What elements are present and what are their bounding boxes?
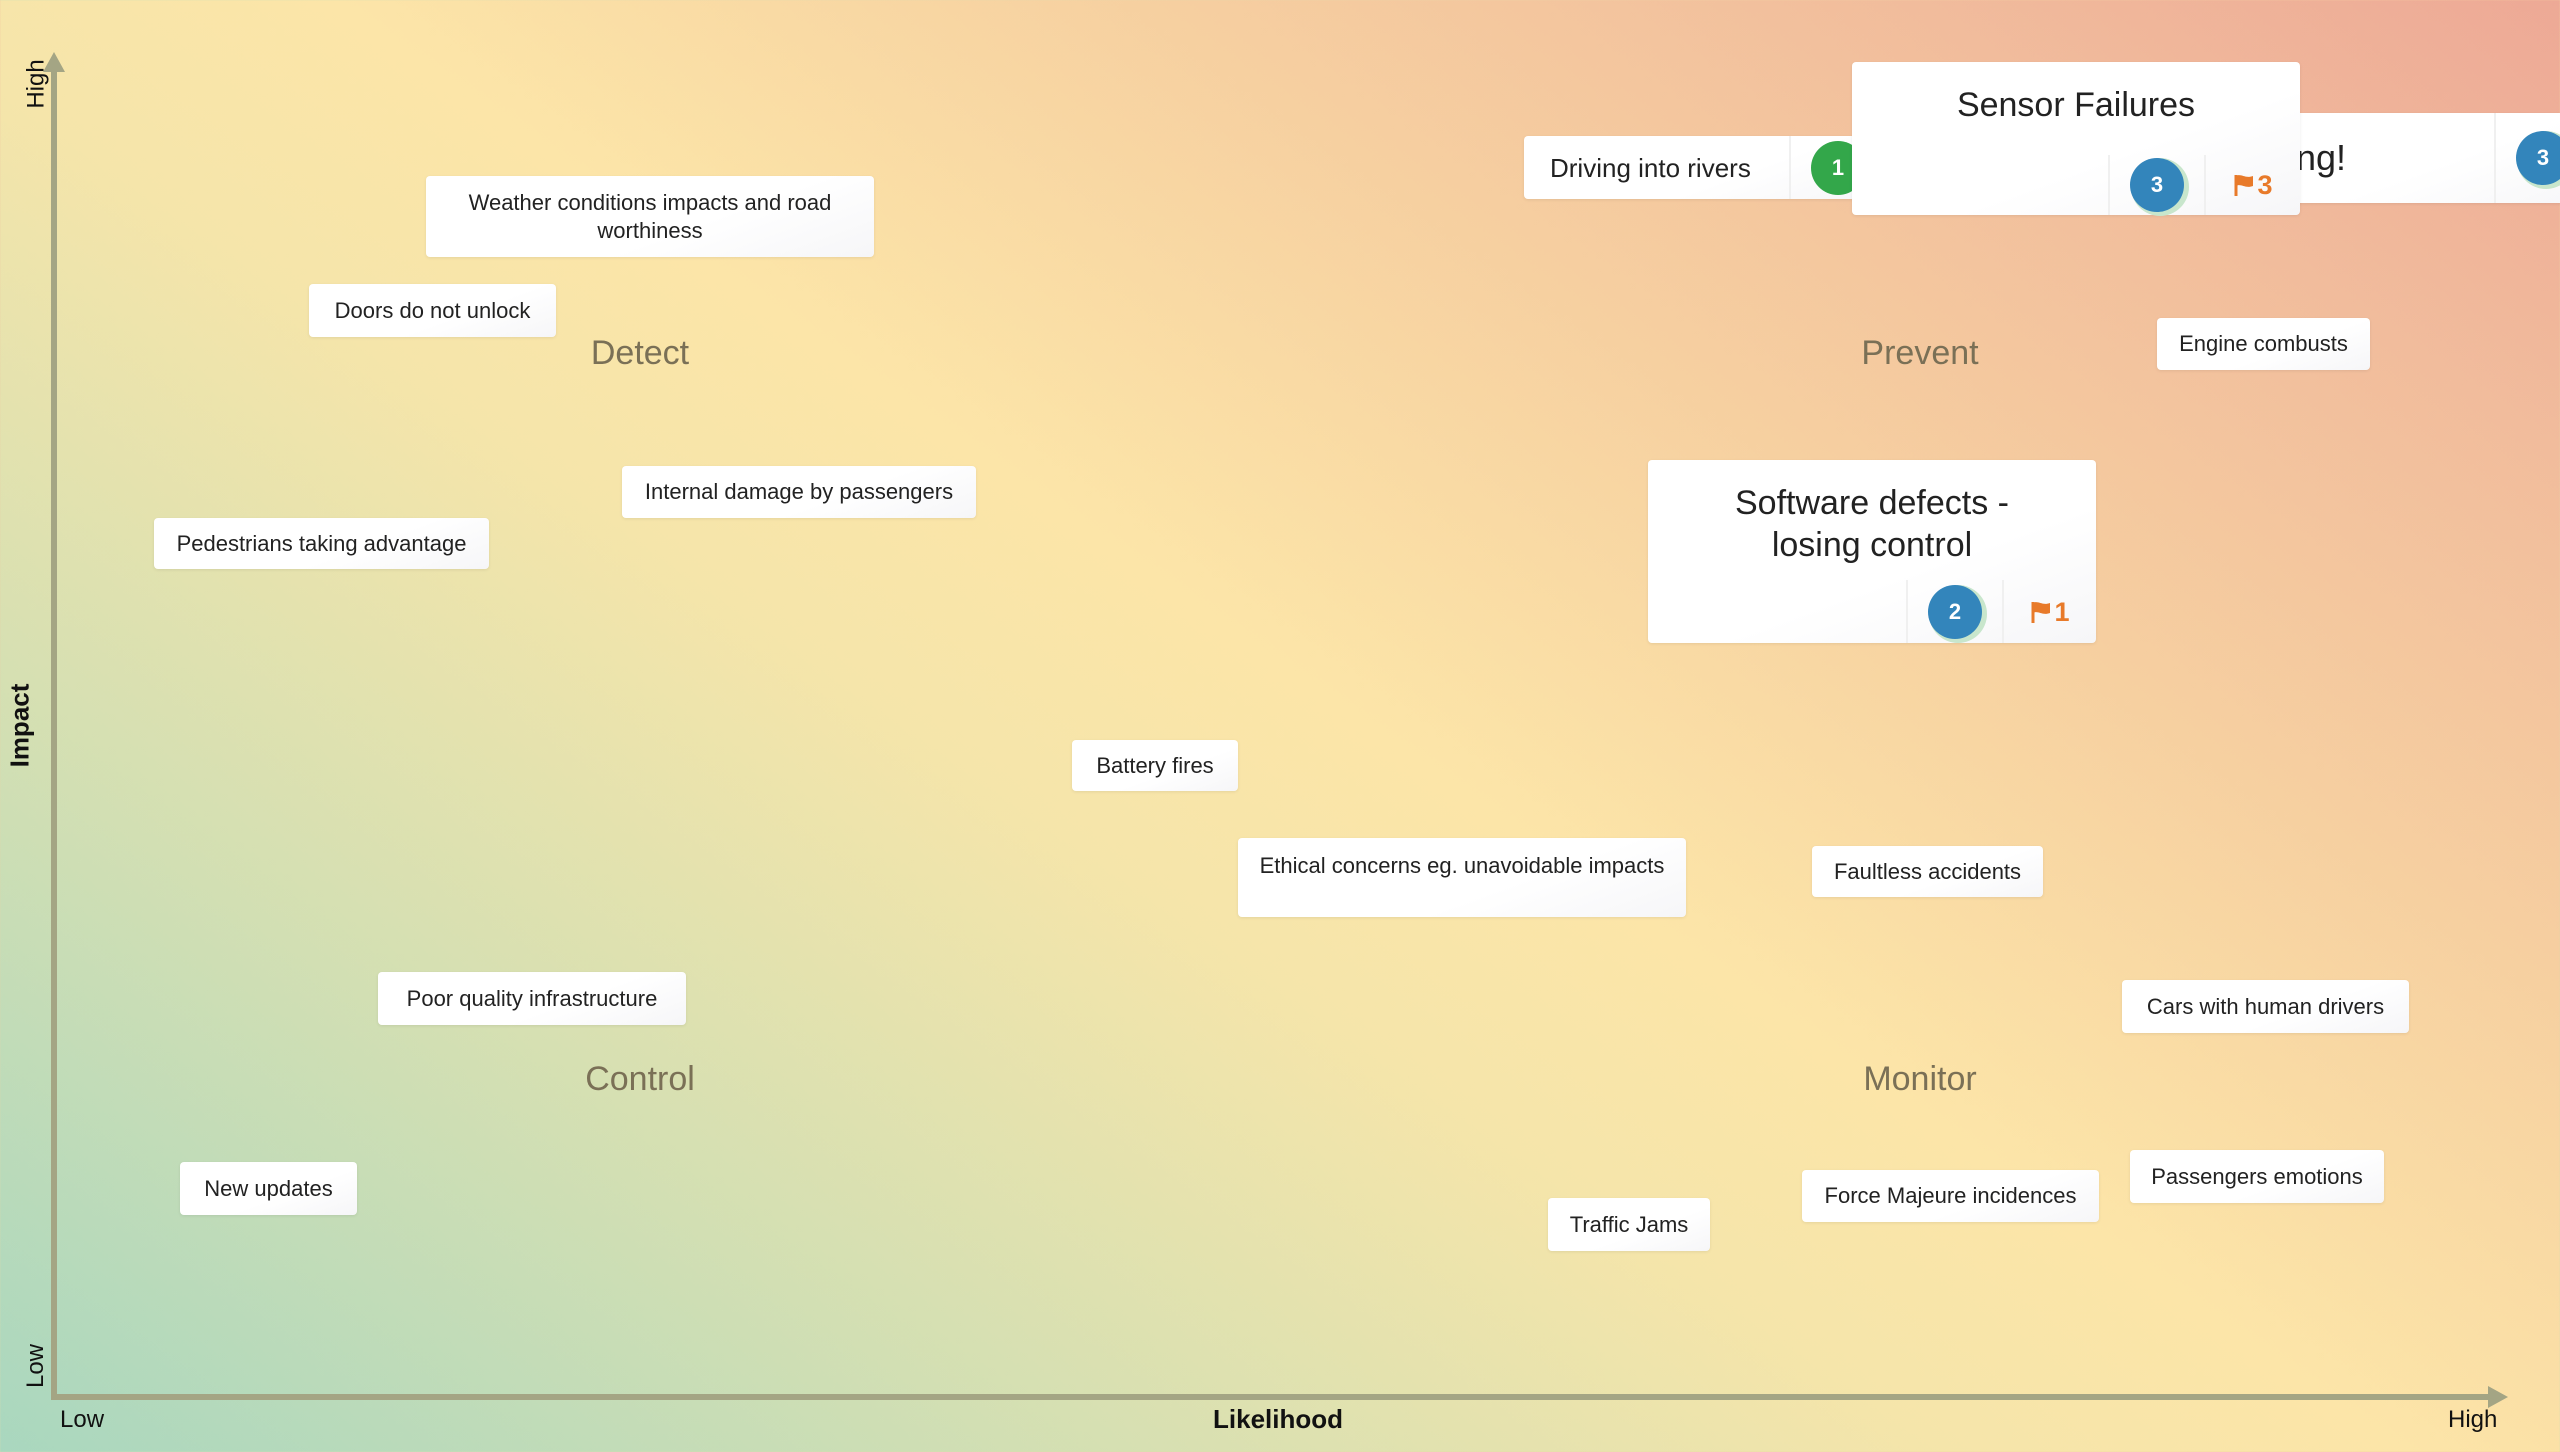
risk-card[interactable]: Ethical concerns eg. unavoidable impacts xyxy=(1238,838,1686,917)
quadrant-label-monitor: Monitor xyxy=(1863,1060,1977,1098)
flags-cell[interactable]: 3 xyxy=(2204,155,2300,215)
risk-card[interactable]: Internal damage by passengers xyxy=(622,466,976,518)
y-axis-high-label: High xyxy=(22,59,50,109)
x-axis-high-label: High xyxy=(2448,1406,2498,1433)
risk-card-text: Traffic Jams xyxy=(1569,1211,1689,1237)
vote-count-badge: 3 xyxy=(2130,158,2184,212)
risk-card-text: Pedestrians taking advantage xyxy=(176,530,467,556)
risk-card[interactable]: Weather conditions impacts and road wort… xyxy=(426,176,874,257)
x-axis-title: Likelihood xyxy=(1213,1404,1343,1434)
risk-card-text: Ethical concerns eg. unavoidable impacts xyxy=(1259,853,1665,878)
risk-card[interactable]: Traffic Jams xyxy=(1548,1198,1710,1251)
vote-count-badge: 3 xyxy=(2516,131,2560,185)
quadrant-label-prevent: Prevent xyxy=(1861,334,1979,372)
x-axis-arrow-icon xyxy=(2488,1386,2508,1408)
risk-card-featured[interactable]: Software defects - losing control 2 1 xyxy=(1648,460,2096,643)
risk-card-text: Passengers emotions xyxy=(2151,1163,2363,1189)
risk-card-text: Internal damage by passengers xyxy=(644,479,954,504)
votes-cell[interactable]: 3 xyxy=(2108,155,2204,215)
flags-cell[interactable]: 1 xyxy=(2002,580,2096,643)
flag-count: 1 xyxy=(2030,591,2070,633)
risk-card-text: Engine combusts xyxy=(2179,331,2348,356)
risk-card[interactable]: Doors do not unlock xyxy=(309,284,556,337)
risk-card-text: Software defects - losing control xyxy=(1734,484,2009,564)
risk-card-text: Battery fires xyxy=(1096,752,1214,778)
risk-card-featured[interactable]: Sensor Failures 3 3 xyxy=(1852,62,2300,215)
risk-card-text: Sensor Failures xyxy=(1956,86,2196,124)
flag-count-value: 1 xyxy=(2054,596,2070,627)
risk-card-text: Weather conditions impacts and road wort… xyxy=(468,189,832,243)
risk-card-text: Doors do not unlock xyxy=(334,297,531,323)
flag-icon xyxy=(2031,601,2051,623)
vote-count-badge: 2 xyxy=(1928,584,1982,639)
risk-card-text: Force Majeure incidences xyxy=(1824,1183,2077,1208)
risk-card[interactable]: Battery fires xyxy=(1072,740,1238,791)
risk-card[interactable]: Cars with human drivers xyxy=(2122,980,2409,1033)
votes-cell[interactable]: 2 xyxy=(1906,580,2002,643)
risk-card[interactable]: Poor quality infrastructure xyxy=(378,972,686,1025)
x-axis-line xyxy=(51,1394,2491,1400)
y-axis-title: Impact xyxy=(4,683,35,768)
risk-card-text: Cars with human drivers xyxy=(2146,993,2385,1019)
flag-count-value: 3 xyxy=(2257,170,2273,200)
risk-card[interactable]: Force Majeure incidences xyxy=(1802,1170,2099,1222)
votes-cell[interactable]: 3 xyxy=(2494,113,2560,203)
quadrant-label-detect: Detect xyxy=(590,334,690,372)
risk-card[interactable]: Passengers emotions xyxy=(2130,1150,2384,1203)
risk-card[interactable]: New updates xyxy=(180,1162,357,1215)
flag-count: 3 xyxy=(2233,164,2273,206)
risk-card[interactable]: Driving into rivers 1 xyxy=(1524,136,1885,199)
risk-card-text: Poor quality infrastructure xyxy=(406,985,658,1011)
risk-card[interactable]: Pedestrians taking advantage xyxy=(154,518,489,569)
risk-card[interactable]: Faultless accidents xyxy=(1812,846,2043,897)
y-axis-line xyxy=(51,62,57,1400)
risk-card-text: Driving into rivers xyxy=(1550,152,1751,183)
flag-icon xyxy=(2234,175,2254,196)
y-axis-low-label: Low xyxy=(22,1343,50,1389)
x-axis-low-label: Low xyxy=(60,1406,105,1433)
quadrant-label-control: Control xyxy=(585,1060,695,1098)
risk-card-text: Faultless accidents xyxy=(1833,858,2022,884)
risk-card[interactable]: Engine combusts xyxy=(2157,318,2370,370)
risk-card-text: New updates xyxy=(204,1175,333,1201)
